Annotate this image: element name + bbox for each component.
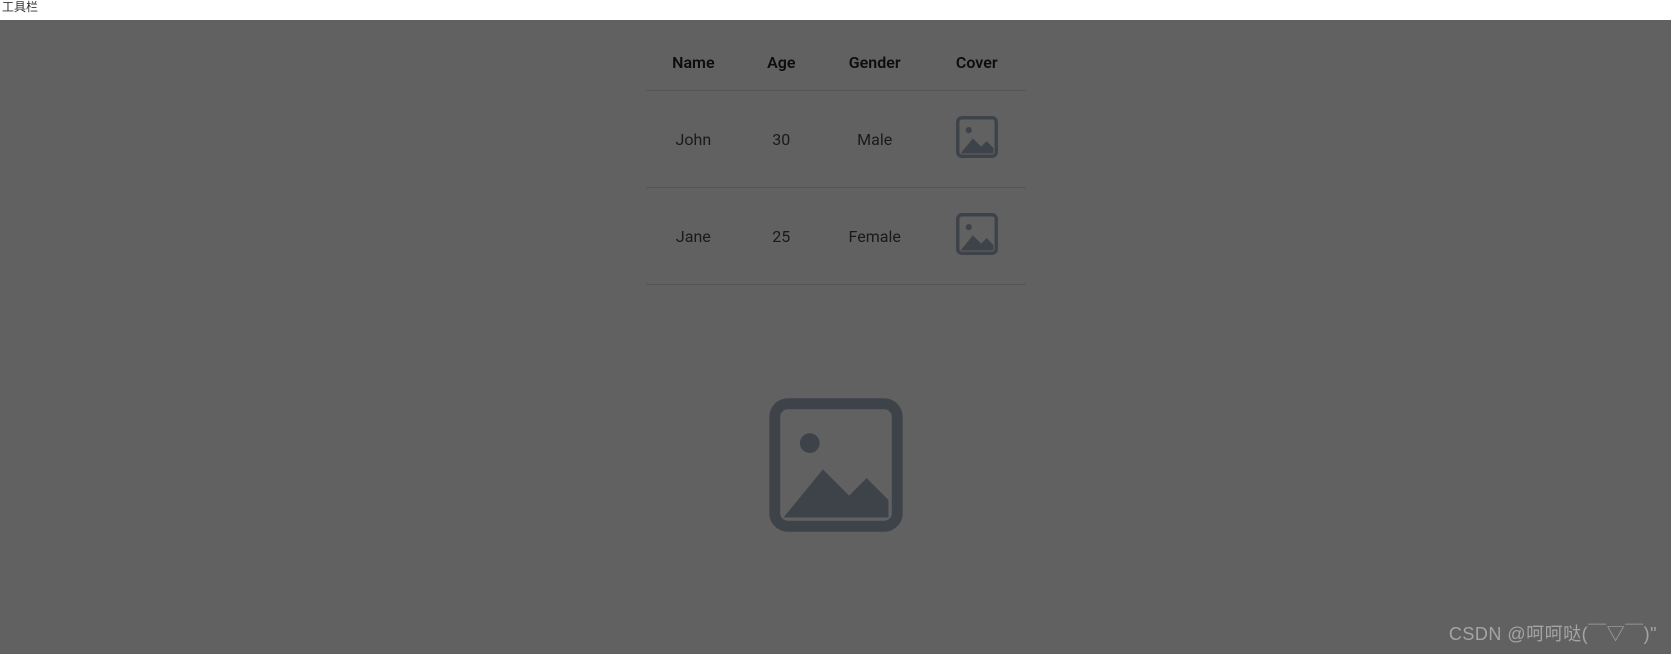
image-placeholder-icon[interactable] — [955, 115, 999, 159]
top-bar: 工具栏 — [0, 0, 1671, 20]
main-wrapper: Name Age Gender Cover John 30 Male — [0, 20, 1671, 535]
header-gender: Gender — [821, 35, 928, 91]
content-area: Name Age Gender Cover John 30 Male — [0, 20, 1671, 654]
image-placeholder-icon[interactable] — [955, 212, 999, 256]
top-bar-label: 工具栏 — [2, 0, 38, 14]
table-header-row: Name Age Gender Cover — [646, 35, 1026, 91]
data-table: Name Age Gender Cover John 30 Male — [646, 35, 1026, 285]
table-row: John 30 Male — [646, 91, 1026, 188]
watermark: CSDN @呵呵哒(￣▽￣)" — [1449, 620, 1657, 646]
cell-age: 25 — [741, 188, 821, 285]
header-name: Name — [646, 35, 742, 91]
header-cover: Cover — [928, 35, 1026, 91]
cell-cover — [928, 91, 1026, 188]
cell-age: 30 — [741, 91, 821, 188]
cell-gender: Male — [821, 91, 928, 188]
cell-cover — [928, 188, 1026, 285]
large-image-preview — [766, 395, 906, 535]
cell-gender: Female — [821, 188, 928, 285]
table-row: Jane 25 Female — [646, 188, 1026, 285]
cell-name: John — [646, 91, 742, 188]
cell-name: Jane — [646, 188, 742, 285]
header-age: Age — [741, 35, 821, 91]
image-placeholder-icon[interactable] — [766, 395, 906, 535]
